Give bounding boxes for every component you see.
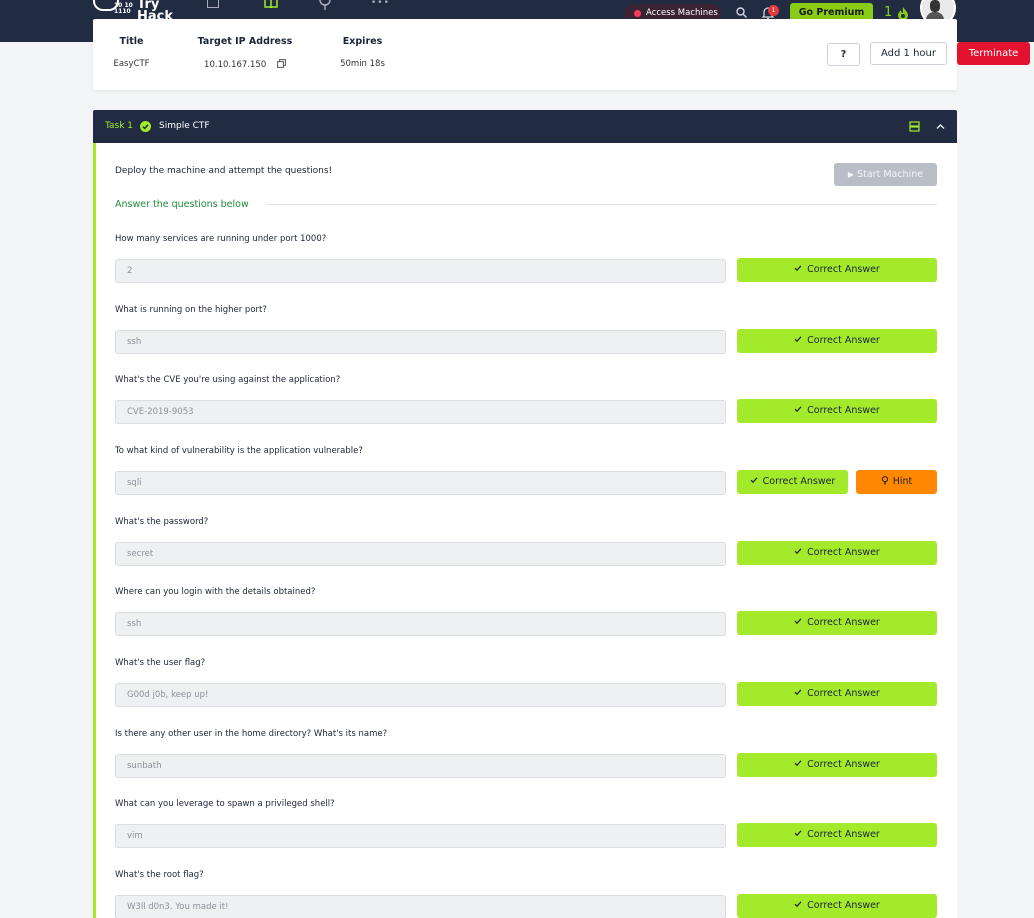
- machine-title-value: EasyCTF: [113, 59, 150, 69]
- question-3-text: What's the CVE you're using against the …: [115, 375, 341, 385]
- answer-4-input[interactable]: [115, 471, 726, 495]
- correct-answer-label: Correct Answer: [807, 547, 880, 558]
- correct-answer-button-4[interactable]: Correct Answer: [737, 470, 848, 494]
- question-6-text: Where can you login with the details obt…: [115, 587, 316, 597]
- start-machine-label: Start Machine: [857, 169, 924, 180]
- machine-info-card: Title EasyCTF Target IP Address 10.10.16…: [93, 19, 1030, 90]
- correct-answer-label: Correct Answer: [807, 759, 880, 770]
- correct-answer-label: Correct Answer: [807, 900, 880, 911]
- copy-icon[interactable]: [277, 59, 286, 68]
- task-title: Simple CTF: [159, 121, 210, 131]
- answer-1-input[interactable]: [115, 259, 726, 283]
- terminate-button[interactable]: Terminate: [957, 42, 1030, 65]
- correct-answer-button-10[interactable]: Correct Answer: [737, 894, 937, 918]
- check-icon: [794, 329, 802, 343]
- tryhackme-logo-icon[interactable]: 10 10 1110 Try Hack: [93, 0, 173, 20]
- answers-heading: Answer the questions below: [115, 199, 249, 210]
- play-icon: ▶: [847, 170, 855, 179]
- correct-answer-label: Correct Answer: [762, 476, 836, 487]
- task-intro-text: Deploy the machine and attempt the quest…: [115, 166, 333, 176]
- question-4-text: To what kind of vulnerability is the app…: [115, 446, 363, 456]
- add-hour-button[interactable]: Add 1 hour: [870, 42, 947, 65]
- check-icon: [794, 399, 802, 413]
- more-dots-icon[interactable]: •••: [371, 0, 390, 10]
- correct-answer-button-7[interactable]: Correct Answer: [737, 682, 937, 706]
- question-9-text: What can you leverage to spawn a privile…: [115, 799, 335, 809]
- check-icon: [750, 470, 758, 484]
- question-1-text: How many services are running under port…: [115, 234, 327, 244]
- chevron-up-icon[interactable]: [936, 122, 945, 129]
- check-icon: [794, 823, 802, 837]
- machine-ip-col: Target IP Address 10.10.167.150: [197, 36, 293, 70]
- question-10-text: What's the root flag?: [115, 870, 204, 880]
- check-icon: [794, 611, 802, 625]
- correct-answer-label: Correct Answer: [807, 829, 880, 840]
- logo-numbers: 10 10 1110: [114, 2, 133, 15]
- check-icon: [794, 753, 802, 767]
- question-2-text: What is running on the higher port?: [115, 305, 267, 315]
- answer-10-input[interactable]: [115, 895, 726, 918]
- access-machines-label: Access Machines: [646, 8, 718, 18]
- notification-badge: 1: [768, 5, 779, 16]
- correct-answer-label: Correct Answer: [807, 688, 880, 699]
- logo-brand: Try Hack: [137, 0, 173, 20]
- question-5-text: What's the password?: [115, 517, 209, 527]
- stack-icon[interactable]: [909, 121, 920, 132]
- machine-title-col: Title EasyCTF: [105, 36, 158, 69]
- answer-9-input[interactable]: [115, 824, 726, 848]
- task-number: Task 1: [105, 121, 134, 131]
- correct-answer-button-2[interactable]: Correct Answer: [737, 329, 937, 353]
- correct-answer-button-5[interactable]: Correct Answer: [737, 541, 937, 565]
- answer-5-input[interactable]: [115, 542, 726, 566]
- correct-answer-label: Correct Answer: [807, 617, 880, 628]
- task-header[interactable]: Task 1 Simple CTF: [93, 110, 957, 143]
- start-machine-button[interactable]: ▶ Start Machine: [834, 163, 937, 186]
- help-button[interactable]: ?: [827, 43, 860, 66]
- answer-7-input[interactable]: [115, 683, 726, 707]
- machine-ip-heading: Target IP Address: [197, 36, 293, 47]
- correct-answer-button-1[interactable]: Correct Answer: [737, 258, 937, 282]
- hint-button[interactable]: Hint: [856, 470, 937, 494]
- status-dot-icon: [634, 10, 641, 17]
- machine-expires-value: 50min 18s: [340, 59, 385, 69]
- machine-title-heading: Title: [119, 36, 144, 47]
- question-8-text: Is there any other user in the home dire…: [115, 729, 388, 739]
- machine-expires-heading: Expires: [342, 36, 383, 47]
- book-icon[interactable]: [264, 0, 278, 10]
- correct-answer-button-8[interactable]: Correct Answer: [737, 753, 937, 777]
- correct-answer-label: Correct Answer: [807, 405, 880, 416]
- correct-answer-button-9[interactable]: Correct Answer: [737, 823, 937, 847]
- correct-answer-label: Correct Answer: [807, 335, 880, 346]
- answer-2-input[interactable]: [115, 330, 726, 354]
- podcast-icon[interactable]: [318, 0, 332, 10]
- correct-answer-label: Correct Answer: [807, 264, 880, 275]
- search-icon[interactable]: [736, 7, 747, 18]
- answers-divider: [266, 204, 937, 205]
- task-body: Deploy the machine and attempt the quest…: [93, 143, 957, 918]
- check-icon: [794, 682, 802, 696]
- answer-8-input[interactable]: [115, 754, 726, 778]
- machine-ip-row: 10.10.167.150: [197, 59, 293, 70]
- check-icon: [794, 541, 802, 555]
- check-icon: [794, 894, 802, 908]
- machine-ip-value: 10.10.167.150: [204, 60, 267, 70]
- answer-6-input[interactable]: [115, 612, 726, 636]
- document-icon[interactable]: [207, 0, 219, 8]
- check-icon: [794, 258, 802, 272]
- correct-answer-button-6[interactable]: Correct Answer: [737, 611, 937, 635]
- hint-label: Hint: [892, 476, 913, 487]
- task-complete-icon: [140, 121, 151, 132]
- correct-answer-button-3[interactable]: Correct Answer: [737, 399, 937, 423]
- machine-expires-col: Expires 50min 18s: [334, 36, 391, 69]
- question-7-text: What's the user flag?: [115, 658, 206, 668]
- lightbulb-icon: [881, 471, 889, 485]
- answer-3-input[interactable]: [115, 400, 726, 424]
